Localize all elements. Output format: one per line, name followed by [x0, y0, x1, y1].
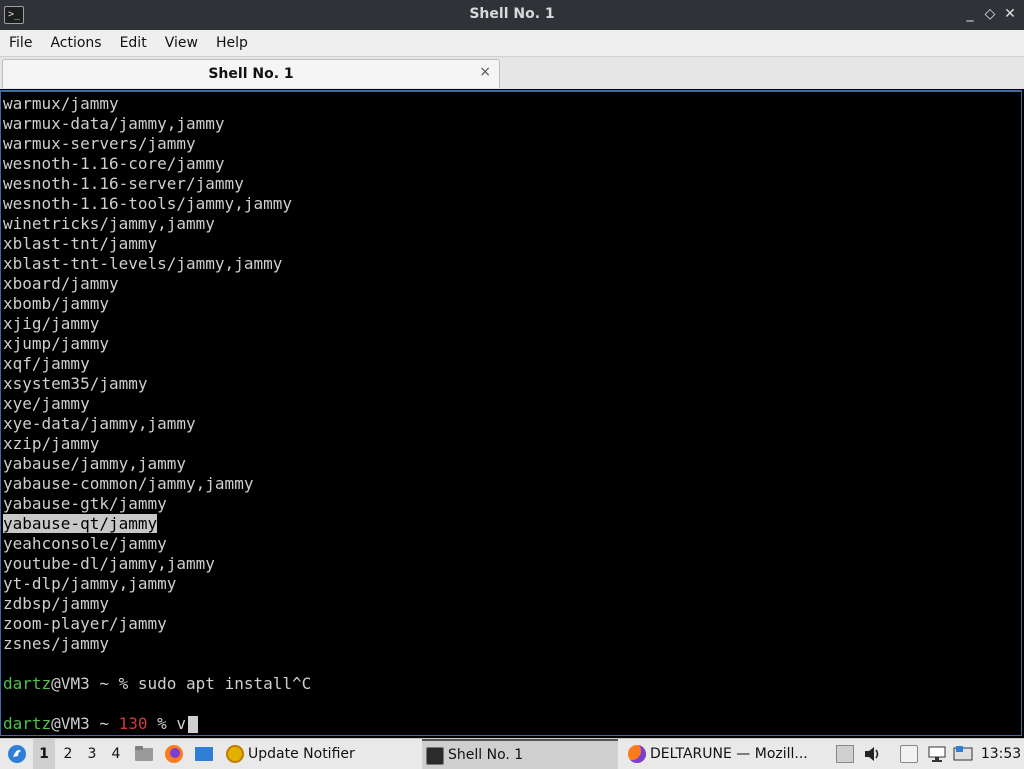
- firefox-icon: [165, 745, 183, 763]
- terminal-line: xzip/jammy: [3, 434, 100, 453]
- terminal-line: zoom-player/jammy: [3, 614, 167, 633]
- terminal-line: xblast-tnt/jammy: [3, 234, 158, 253]
- task-label: Shell No. 1: [448, 747, 524, 763]
- terminal-line: youtube-dl/jammy,jammy: [3, 554, 215, 573]
- terminal-line: xye-data/jammy,jammy: [3, 414, 196, 433]
- terminal-prompt-line: dartz@VM3 ~ 130 % v: [3, 714, 311, 734]
- prompt-input: % v: [147, 714, 187, 733]
- file-manager-launcher[interactable]: [133, 739, 155, 769]
- terminal-line: warmux-data/jammy,jammy: [3, 114, 225, 133]
- minimize-button[interactable]: _: [962, 6, 978, 22]
- tab-close-icon[interactable]: ×: [479, 64, 491, 80]
- task-label: DELTARUNE — Mozill...: [650, 746, 808, 762]
- workspace-1[interactable]: 1: [33, 739, 55, 769]
- terminal-line: wesnoth-1.16-tools/jammy,jammy: [3, 194, 292, 213]
- terminal-line-selected: yabause-qt/jammy: [3, 514, 311, 534]
- terminal-line: yabause-gtk/jammy: [3, 494, 167, 513]
- clock[interactable]: 13:53: [980, 739, 1022, 769]
- terminal-line: yt-dlp/jammy,jammy: [3, 574, 177, 593]
- task-update-notifier[interactable]: Update Notifier: [222, 739, 444, 769]
- terminal-line: wesnoth-1.16-server/jammy: [3, 174, 244, 193]
- close-button[interactable]: ✕: [1002, 6, 1018, 22]
- prompt-command: @VM3 ~ % sudo apt install^C: [51, 674, 312, 693]
- menu-actions[interactable]: Actions: [41, 30, 110, 56]
- terminal-line: zdbsp/jammy: [3, 594, 109, 613]
- terminal-line: warmux-servers/jammy: [3, 134, 196, 153]
- volume-control[interactable]: [862, 739, 884, 769]
- terminal-line: xjig/jammy: [3, 314, 100, 333]
- terminal-line: winetricks/jammy,jammy: [3, 214, 215, 233]
- firefox-launcher[interactable]: [163, 739, 185, 769]
- terminal-line: xjump/jammy: [3, 334, 109, 353]
- menu-edit[interactable]: Edit: [111, 30, 156, 56]
- firefox-task-icon: [628, 745, 646, 763]
- tab-bar: Shell No. 1 ×: [0, 57, 1024, 89]
- task-deltarune-firefox[interactable]: DELTARUNE — Mozill...: [624, 739, 850, 769]
- screen-indicator[interactable]: [952, 739, 974, 769]
- desktop-icon: [195, 747, 213, 761]
- show-desktop-button[interactable]: [193, 739, 215, 769]
- prompt-host: @VM3 ~: [51, 714, 119, 733]
- menu-bar: File Actions Edit View Help: [0, 30, 1024, 57]
- menu-help[interactable]: Help: [207, 30, 257, 56]
- terminal-line: yabause/jammy,jammy: [3, 454, 187, 473]
- terminal-line: yeahconsole/jammy: [3, 534, 167, 553]
- start-menu-button[interactable]: [4, 739, 30, 769]
- terminal-line: warmux/jammy: [3, 94, 119, 113]
- task-label: Update Notifier: [248, 746, 355, 762]
- exit-code: 130: [118, 714, 148, 733]
- folder-icon: [135, 746, 153, 761]
- window-titlebar: >_ Shell No. 1 _ ◇ ✕: [0, 0, 1024, 30]
- terminal-output[interactable]: warmux/jammy warmux-data/jammy,jammy war…: [0, 90, 1022, 736]
- tab-label: Shell No. 1: [208, 66, 294, 82]
- terminal-line: xboard/jammy: [3, 274, 119, 293]
- terminal-line: xye/jammy: [3, 394, 90, 413]
- terminal-line: xqf/jammy: [3, 354, 90, 373]
- selected-text: yabause-qt/jammy: [3, 514, 158, 533]
- workspace-4[interactable]: 4: [105, 739, 127, 769]
- tray-menu-icon[interactable]: [836, 745, 854, 763]
- menu-view[interactable]: View: [156, 30, 207, 56]
- terminal-line: wesnoth-1.16-core/jammy: [3, 154, 225, 173]
- text-cursor: [188, 716, 199, 733]
- workspace-2[interactable]: 2: [57, 739, 79, 769]
- network-indicator[interactable]: [926, 739, 948, 769]
- terminal-prompt-line: dartz@VM3 ~ % sudo apt install^C: [3, 674, 311, 694]
- terminal-line: yabause-common/jammy,jammy: [3, 474, 254, 493]
- clipboard-icon[interactable]: [900, 745, 918, 763]
- terminal-line: xbomb/jammy: [3, 294, 109, 313]
- task-shell-no-1[interactable]: Shell No. 1: [422, 739, 618, 769]
- tab-shell-1[interactable]: Shell No. 1 ×: [2, 59, 500, 88]
- prompt-user: dartz: [3, 714, 52, 733]
- terminal-line: xsystem35/jammy: [3, 374, 148, 393]
- prompt-user: dartz: [3, 674, 52, 693]
- terminal-task-icon: [426, 747, 444, 765]
- monitor-icon: [953, 746, 973, 761]
- menu-file[interactable]: File: [0, 30, 41, 56]
- workspace-3[interactable]: 3: [81, 739, 103, 769]
- update-notifier-icon: [226, 745, 244, 763]
- terminal-line: zsnes/jammy: [3, 634, 109, 653]
- taskbar: 1 2 3 4 Update Notifier Shell No. 1 DELT…: [0, 738, 1024, 769]
- network-icon: [928, 746, 946, 762]
- maximize-button[interactable]: ◇: [982, 6, 998, 22]
- speaker-icon: [865, 747, 879, 761]
- terminal-line: xblast-tnt-levels/jammy,jammy: [3, 254, 283, 273]
- window-title: Shell No. 1: [469, 6, 555, 22]
- start-menu-icon: [8, 745, 26, 763]
